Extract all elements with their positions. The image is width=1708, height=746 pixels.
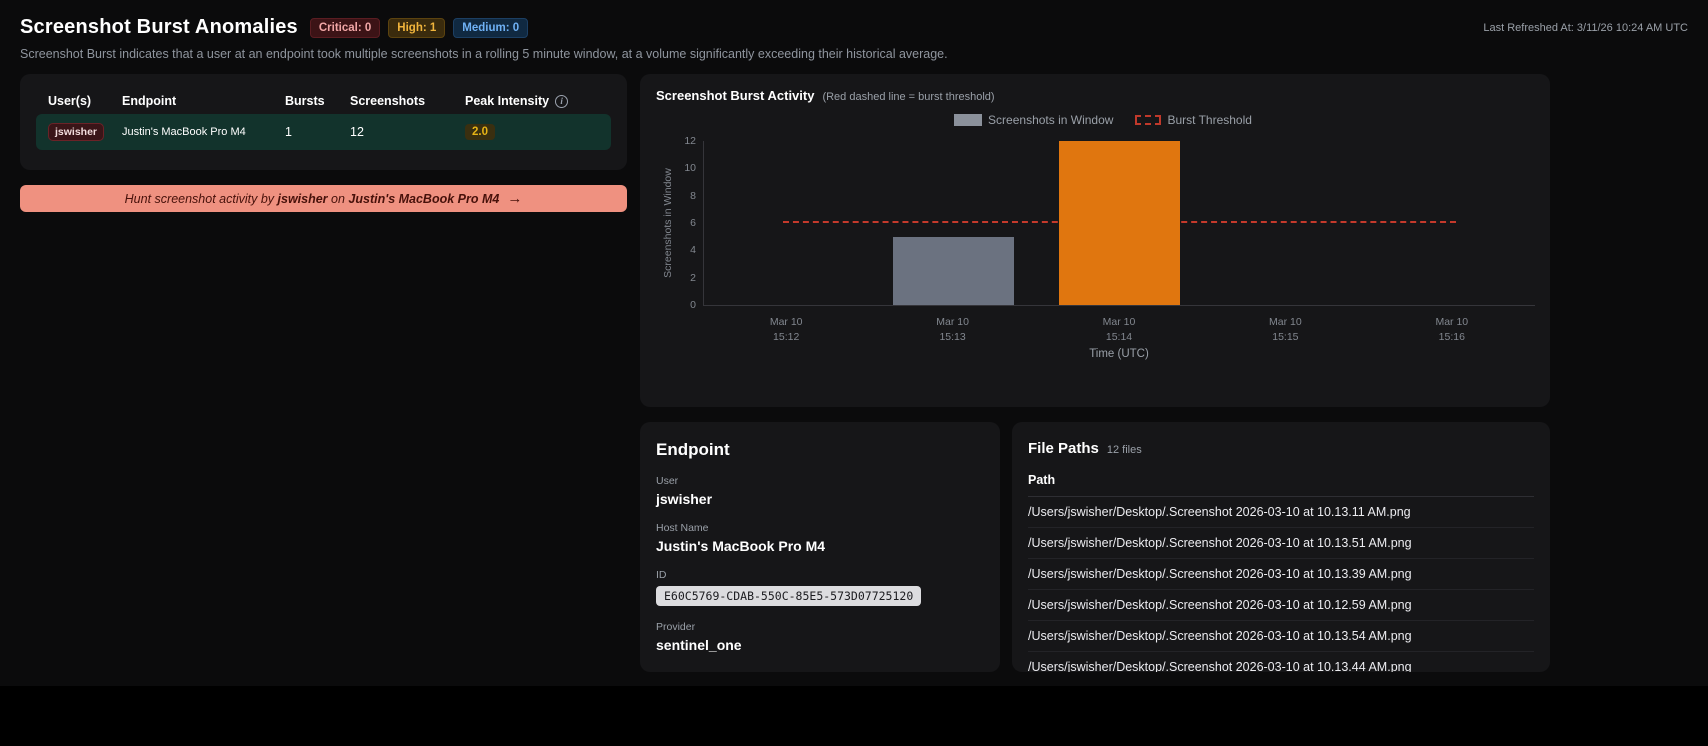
host-field-label: Host Name: [656, 522, 709, 534]
hunt-prefix: Hunt screenshot activity by: [124, 191, 278, 206]
hunt-user: jswisher: [277, 191, 328, 206]
cell-endpoint: Justin's MacBook Pro M4: [122, 126, 246, 138]
col-header-bursts: Bursts: [285, 94, 325, 108]
x-tick-label: Mar 10 15:14: [1102, 316, 1136, 344]
y-axis-label: Screenshots in Window: [662, 168, 674, 278]
cell-bursts: 1: [285, 125, 292, 139]
dashed-swatch-icon: [1135, 115, 1162, 125]
table-header-row: User(s) Endpoint Bursts Screenshots Peak…: [36, 88, 611, 114]
file-paths-title: File Paths: [1028, 440, 1099, 457]
hunt-endpoint: Justin's MacBook Pro M4: [348, 191, 500, 206]
provider-field-value: sentinel_one: [656, 637, 742, 653]
legend-label: Burst Threshold: [1167, 113, 1252, 127]
y-tick-label: 4: [690, 244, 696, 257]
main-content: Screenshot Burst Anomalies Critical: 0 H…: [0, 0, 1708, 686]
x-axis-title: Time (UTC): [1089, 348, 1149, 360]
table-row[interactable]: jswisher Justin's MacBook Pro M4 1 12 2.…: [36, 114, 611, 150]
x-axis-ticks: Mar 10 15:12 Mar 10 15:13 Mar 10 15:14 Mar …: [703, 306, 1535, 346]
high-badge: High: 1: [388, 17, 446, 38]
chart-title-row: Screenshot Burst Activity (Red dashed li…: [656, 88, 1550, 103]
col-header-screenshots: Screenshots: [350, 94, 426, 108]
col-header-peak-intensity: Peak Intensity i: [453, 94, 611, 108]
endpoint-id-chip: E60C5769-CDAB-550C-85E5-573D07725120: [656, 586, 922, 606]
file-path-row: /Users/jswisher/Desktop/.Screenshot 2026…: [1028, 621, 1534, 652]
cell-screenshots: 12: [350, 125, 364, 139]
endpoint-card-title: Endpoint: [656, 440, 730, 459]
chart-bar[interactable]: [893, 236, 1014, 305]
last-refreshed-text: Last Refreshed At: 3/11/26 10:24 AM UTC: [1483, 21, 1688, 34]
app: Screenshot Burst Anomalies Critical: 0 H…: [0, 0, 1708, 746]
info-icon[interactable]: i: [555, 94, 569, 108]
file-paths-title-row: File Paths 12 files: [1028, 440, 1534, 457]
endpoint-card: Endpoint User jswisher Host Name Justin'…: [640, 422, 1000, 672]
x-tick-label: Mar 10 15:13: [936, 316, 969, 344]
chart-plot: Screenshots in Window 0 2 4 6 8 10 12: [662, 135, 1535, 311]
y-tick-label: 6: [690, 217, 696, 229]
file-path-row: /Users/jswisher/Desktop/.Screenshot 2026…: [1028, 559, 1534, 590]
arrow-right-icon: →: [507, 190, 523, 207]
hunt-activity-button[interactable]: Hunt screenshot activity by jswisher on …: [20, 185, 627, 212]
legend-item-threshold: Burst Threshold: [1135, 113, 1252, 127]
file-path-row: /Users/jswisher/Desktop/.Screenshot 2026…: [1028, 590, 1534, 621]
file-path-row: /Users/jswisher/Desktop/.Screenshot 2026…: [1028, 497, 1534, 528]
col-header-users: User(s): [48, 94, 92, 108]
file-path-list[interactable]: /Users/jswisher/Desktop/.Screenshot 2026…: [1028, 497, 1534, 672]
col-header-endpoint: Endpoint: [122, 94, 177, 108]
path-column-header: Path: [1028, 473, 1534, 497]
x-tick-label: Mar 10 15:15: [1269, 316, 1302, 344]
y-tick-label: 0: [690, 299, 696, 311]
page-title: Screenshot Burst Anomalies: [20, 16, 298, 38]
peak-intensity-label: Peak Intensity: [465, 94, 550, 108]
x-tick-label: Mar 10 15:16: [1435, 316, 1469, 344]
critical-badge: Critical: 0: [309, 17, 381, 38]
bar-swatch-icon: [954, 114, 983, 126]
legend-label: Screenshots in Window: [988, 113, 1114, 127]
chart-subtitle: (Red dashed line = burst threshold): [822, 91, 995, 103]
y-tick-label: 12: [684, 135, 696, 147]
chart-title: Screenshot Burst Activity: [656, 88, 815, 103]
chart-legend: Screenshots in Window Burst Threshold: [656, 112, 1550, 128]
page-subtitle: Screenshot Burst indicates that a user a…: [20, 47, 948, 61]
user-chip: jswisher: [48, 123, 105, 141]
severity-badges: Critical: 0 High: 1 Medium: 0: [309, 17, 529, 38]
id-field-label: ID: [656, 569, 667, 581]
user-field-value: jswisher: [656, 491, 713, 507]
y-tick-label: 2: [690, 271, 696, 284]
hunt-connector: on: [327, 191, 349, 206]
medium-badge: Medium: 0: [453, 17, 529, 38]
legend-item-screenshots: Screenshots in Window: [954, 113, 1113, 127]
file-count-badge: 12 files: [1106, 444, 1142, 456]
file-path-row: /Users/jswisher/Desktop/.Screenshot 2026…: [1028, 652, 1534, 672]
page-header: Screenshot Burst Anomalies Critical: 0 H…: [20, 16, 1688, 39]
y-tick-label: 8: [690, 189, 696, 202]
host-field-value: Justin's MacBook Pro M4: [656, 538, 826, 554]
file-path-row: /Users/jswisher/Desktop/.Screenshot 2026…: [1028, 528, 1534, 559]
file-paths-card: File Paths 12 files Path /Users/jswisher…: [1012, 422, 1550, 672]
burst-activity-chart-card: Screenshot Burst Activity (Red dashed li…: [640, 74, 1550, 407]
user-field-label: User: [656, 475, 679, 487]
provider-field-label: Provider: [656, 621, 696, 633]
peak-intensity-chip: 2.0: [465, 124, 495, 140]
anomaly-table-card: User(s) Endpoint Bursts Screenshots Peak…: [20, 74, 627, 170]
x-tick-label: Mar 10 15:12: [769, 316, 803, 344]
chart-bar[interactable]: [1059, 141, 1180, 305]
y-tick-label: 10: [684, 162, 696, 175]
